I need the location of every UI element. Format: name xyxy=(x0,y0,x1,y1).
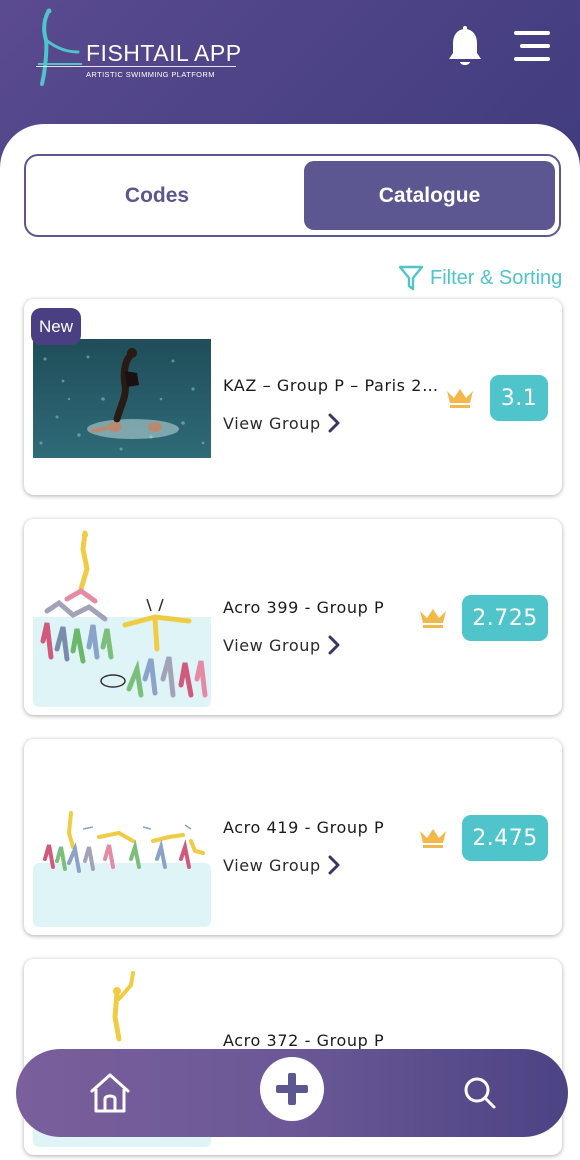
menu-button[interactable] xyxy=(510,28,554,64)
chevron-right-icon xyxy=(328,413,340,433)
filter-funnel-icon xyxy=(398,265,424,291)
view-group-link[interactable]: View Group xyxy=(223,413,340,433)
score-badge: 2.475 xyxy=(462,815,548,861)
card-title: Acro 419 - Group P xyxy=(223,818,385,837)
filter-sorting-button[interactable]: Filter & Sorting xyxy=(398,263,562,293)
view-group-label: View Group xyxy=(223,413,321,433)
search-icon xyxy=(464,1077,496,1109)
group-illustration xyxy=(33,749,211,927)
view-group-label: View Group xyxy=(223,635,321,655)
app-logo: FISHTAIL APP ARTISTIC SWIMMING PLATFORM xyxy=(34,8,254,88)
filter-label: Filter & Sorting xyxy=(430,266,563,289)
new-badge: New xyxy=(31,308,81,345)
swimmer-logo-icon xyxy=(38,8,82,86)
crown-icon xyxy=(447,389,473,408)
bottom-navigation xyxy=(16,1049,568,1137)
bell-icon xyxy=(449,26,481,65)
add-button[interactable] xyxy=(260,1057,324,1121)
tab-codes[interactable]: Codes xyxy=(32,161,282,230)
card-title: KAZ – Group P – Paris 2… xyxy=(223,376,439,395)
group-card[interactable]: New KAZ – Group P – Paris 2… View Group … xyxy=(24,299,562,495)
view-group-link[interactable]: View Group xyxy=(223,635,340,655)
home-button[interactable] xyxy=(86,1069,134,1117)
group-card[interactable]: Acro 399 - Group P View Group 2.725 xyxy=(24,519,562,715)
content-panel: Codes Catalogue Filter & Sorting New KAZ… xyxy=(0,124,580,1160)
crown-icon xyxy=(420,829,446,848)
view-group-label: View Group xyxy=(223,855,321,875)
tab-catalogue[interactable]: Catalogue xyxy=(304,161,555,230)
group-illustration xyxy=(33,529,211,707)
chevron-right-icon xyxy=(328,635,340,655)
score-badge: 3.1 xyxy=(490,375,548,421)
tab-switcher: Codes Catalogue xyxy=(24,154,561,237)
card-title: Acro 372 - Group P xyxy=(223,1031,385,1050)
plus-icon xyxy=(276,1073,308,1105)
score-badge: 2.725 xyxy=(462,595,548,641)
notifications-button[interactable] xyxy=(446,26,484,68)
group-card[interactable]: Acro 419 - Group P View Group 2.475 xyxy=(24,739,562,935)
home-icon xyxy=(90,1073,130,1113)
group-photo xyxy=(33,339,211,458)
card-title: Acro 399 - Group P xyxy=(223,598,385,617)
hamburger-menu-icon xyxy=(514,31,550,61)
chevron-right-icon xyxy=(328,855,340,875)
app-tagline: ARTISTIC SWIMMING PLATFORM xyxy=(86,70,215,79)
crown-icon xyxy=(420,609,446,628)
search-button[interactable] xyxy=(460,1073,500,1113)
view-group-link[interactable]: View Group xyxy=(223,855,340,875)
app-name: FISHTAIL APP xyxy=(86,40,242,66)
app-name-underline xyxy=(36,66,236,67)
